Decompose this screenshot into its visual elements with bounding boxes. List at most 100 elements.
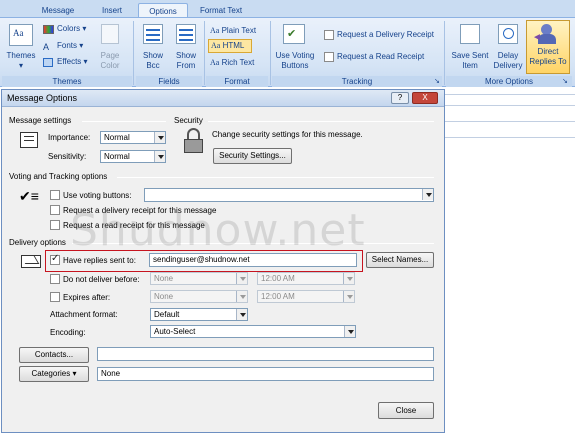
save-sent-item-button[interactable]: Save Sent Item <box>448 51 492 71</box>
have-replies-label: Have replies sent to: <box>63 256 136 265</box>
chevron-down-icon <box>344 326 355 337</box>
voting-buttons-select[interactable] <box>144 188 434 202</box>
request-delivery-label: Request a Delivery Receipt <box>337 30 434 39</box>
divider <box>208 121 434 122</box>
divider <box>117 177 434 178</box>
show-from-icon <box>176 24 196 44</box>
close-icon[interactable]: X <box>412 92 438 104</box>
request-delivery-checkbox[interactable] <box>324 30 334 40</box>
ribbon: Aa Themes ▾ Colors ▾ A Fonts ▾ Effects ▾… <box>0 17 575 87</box>
themes-group-label: Themes <box>2 76 132 87</box>
help-button[interactable]: ? <box>391 92 409 104</box>
envelope-icon <box>17 252 43 270</box>
do-not-deliver-time-select[interactable]: 12:00 AM <box>257 272 355 285</box>
chevron-down-icon <box>154 151 165 162</box>
colors-button[interactable]: Colors ▾ <box>57 24 86 34</box>
html-button[interactable]: Aa HTML <box>208 39 252 53</box>
attachment-format-select[interactable]: Default <box>150 308 248 321</box>
fonts-button[interactable]: Fonts ▾ <box>57 41 83 51</box>
background-field <box>445 110 575 122</box>
security-settings-button[interactable]: Security Settings... <box>213 148 292 164</box>
message-settings-heading: Message settings <box>9 116 72 125</box>
expires-label: Expires after: <box>63 293 111 302</box>
close-button[interactable]: Close <box>378 402 434 419</box>
security-heading: Security <box>174 116 203 125</box>
more-options-group-label: More Options <box>446 76 572 87</box>
message-options-dialog: Message Options ? X Message settings Imp… <box>1 89 445 433</box>
delivery-options-heading: Delivery options <box>9 238 66 247</box>
chevron-down-icon <box>343 291 354 302</box>
voting-tracking-heading: Voting and Tracking options <box>9 172 108 181</box>
importance-label: Importance: <box>48 133 91 142</box>
voting-icon: ✔≡ <box>19 188 39 204</box>
categories-button[interactable]: Categories ▾ <box>19 366 89 382</box>
show-bcc-button[interactable]: Show Bcc <box>136 51 170 71</box>
delay-delivery-icon <box>498 24 518 44</box>
do-not-deliver-date-select[interactable]: None <box>150 272 248 285</box>
direct-replies-to-button[interactable]: ◄ Direct Replies To <box>526 20 570 74</box>
use-voting-buttons-button[interactable]: Use Voting Buttons <box>272 51 318 71</box>
format-group-label: Format <box>206 76 268 87</box>
chevron-down-icon <box>154 132 165 143</box>
contacts-input[interactable] <box>97 347 434 361</box>
watermark: Shudnow.net <box>70 205 366 256</box>
chevron-down-icon <box>236 291 247 302</box>
tab-options[interactable]: Options <box>138 3 188 18</box>
group-divider <box>133 21 134 85</box>
themes-icon: Aa <box>9 24 33 46</box>
tab-insert[interactable]: Insert <box>90 3 134 18</box>
request-read-checkbox[interactable] <box>324 52 334 62</box>
expires-checkbox[interactable] <box>50 292 60 302</box>
message-settings-icon <box>18 130 40 152</box>
chevron-down-icon <box>236 273 247 284</box>
group-divider <box>444 21 445 85</box>
voting-buttons-icon: ✔ <box>283 24 305 44</box>
tab-message[interactable]: Message <box>34 3 82 18</box>
save-sent-icon <box>460 24 480 44</box>
encoding-label: Encoding: <box>50 328 86 337</box>
read-receipt-checkbox[interactable] <box>50 220 60 230</box>
importance-select[interactable]: Normal <box>100 131 166 144</box>
lock-icon <box>182 128 206 154</box>
direct-replies-icon: ◄ <box>532 24 558 44</box>
security-description: Change security settings for this messag… <box>212 130 363 139</box>
background-field <box>445 126 575 138</box>
use-voting-checkbox[interactable] <box>50 190 60 200</box>
background-field <box>445 94 575 106</box>
have-replies-checkbox[interactable] <box>50 253 60 265</box>
dialog-title: Message Options <box>7 93 78 103</box>
expires-date-select[interactable]: None <box>150 290 248 303</box>
rich-text-button[interactable]: Aa Rich Text <box>210 58 254 68</box>
dialog-title-bar: Message Options ? X <box>2 90 444 107</box>
chevron-down-icon: ▾ <box>18 61 23 70</box>
encoding-select[interactable]: Auto-Select <box>150 325 356 338</box>
select-names-button[interactable]: Select Names... <box>366 252 434 268</box>
delay-delivery-button[interactable]: Delay Delivery <box>490 51 526 71</box>
do-not-deliver-checkbox[interactable] <box>50 274 60 284</box>
page-color-button[interactable]: Page Color <box>94 51 126 71</box>
fonts-icon: A <box>43 42 50 52</box>
group-divider <box>204 21 205 85</box>
chevron-down-icon <box>422 189 433 200</box>
dialog-launcher-icon[interactable]: ↘ <box>434 77 440 85</box>
contacts-button[interactable]: Contacts... <box>19 347 89 363</box>
sensitivity-select[interactable]: Normal <box>100 150 166 163</box>
plain-text-button[interactable]: Aa Plain Text <box>210 26 256 36</box>
show-bcc-icon <box>143 24 163 44</box>
chevron-down-icon <box>236 309 247 320</box>
expires-time-select[interactable]: 12:00 AM <box>257 290 355 303</box>
show-from-button[interactable]: Show From <box>169 51 203 71</box>
delivery-receipt-checkbox[interactable] <box>50 205 60 215</box>
group-divider <box>270 21 271 85</box>
tab-format-text[interactable]: Format Text <box>192 3 250 18</box>
divider <box>82 121 166 122</box>
page-color-icon <box>101 24 119 44</box>
use-voting-label: Use voting buttons: <box>63 191 132 200</box>
attachment-format-label: Attachment format: <box>50 310 118 319</box>
sensitivity-label: Sensitivity: <box>48 152 87 161</box>
dialog-launcher-icon[interactable]: ↘ <box>562 77 568 85</box>
do-not-deliver-label: Do not deliver before: <box>63 275 140 284</box>
themes-button[interactable]: Themes <box>3 51 39 61</box>
categories-input[interactable]: None <box>97 367 434 381</box>
effects-button[interactable]: Effects ▾ <box>57 57 88 67</box>
